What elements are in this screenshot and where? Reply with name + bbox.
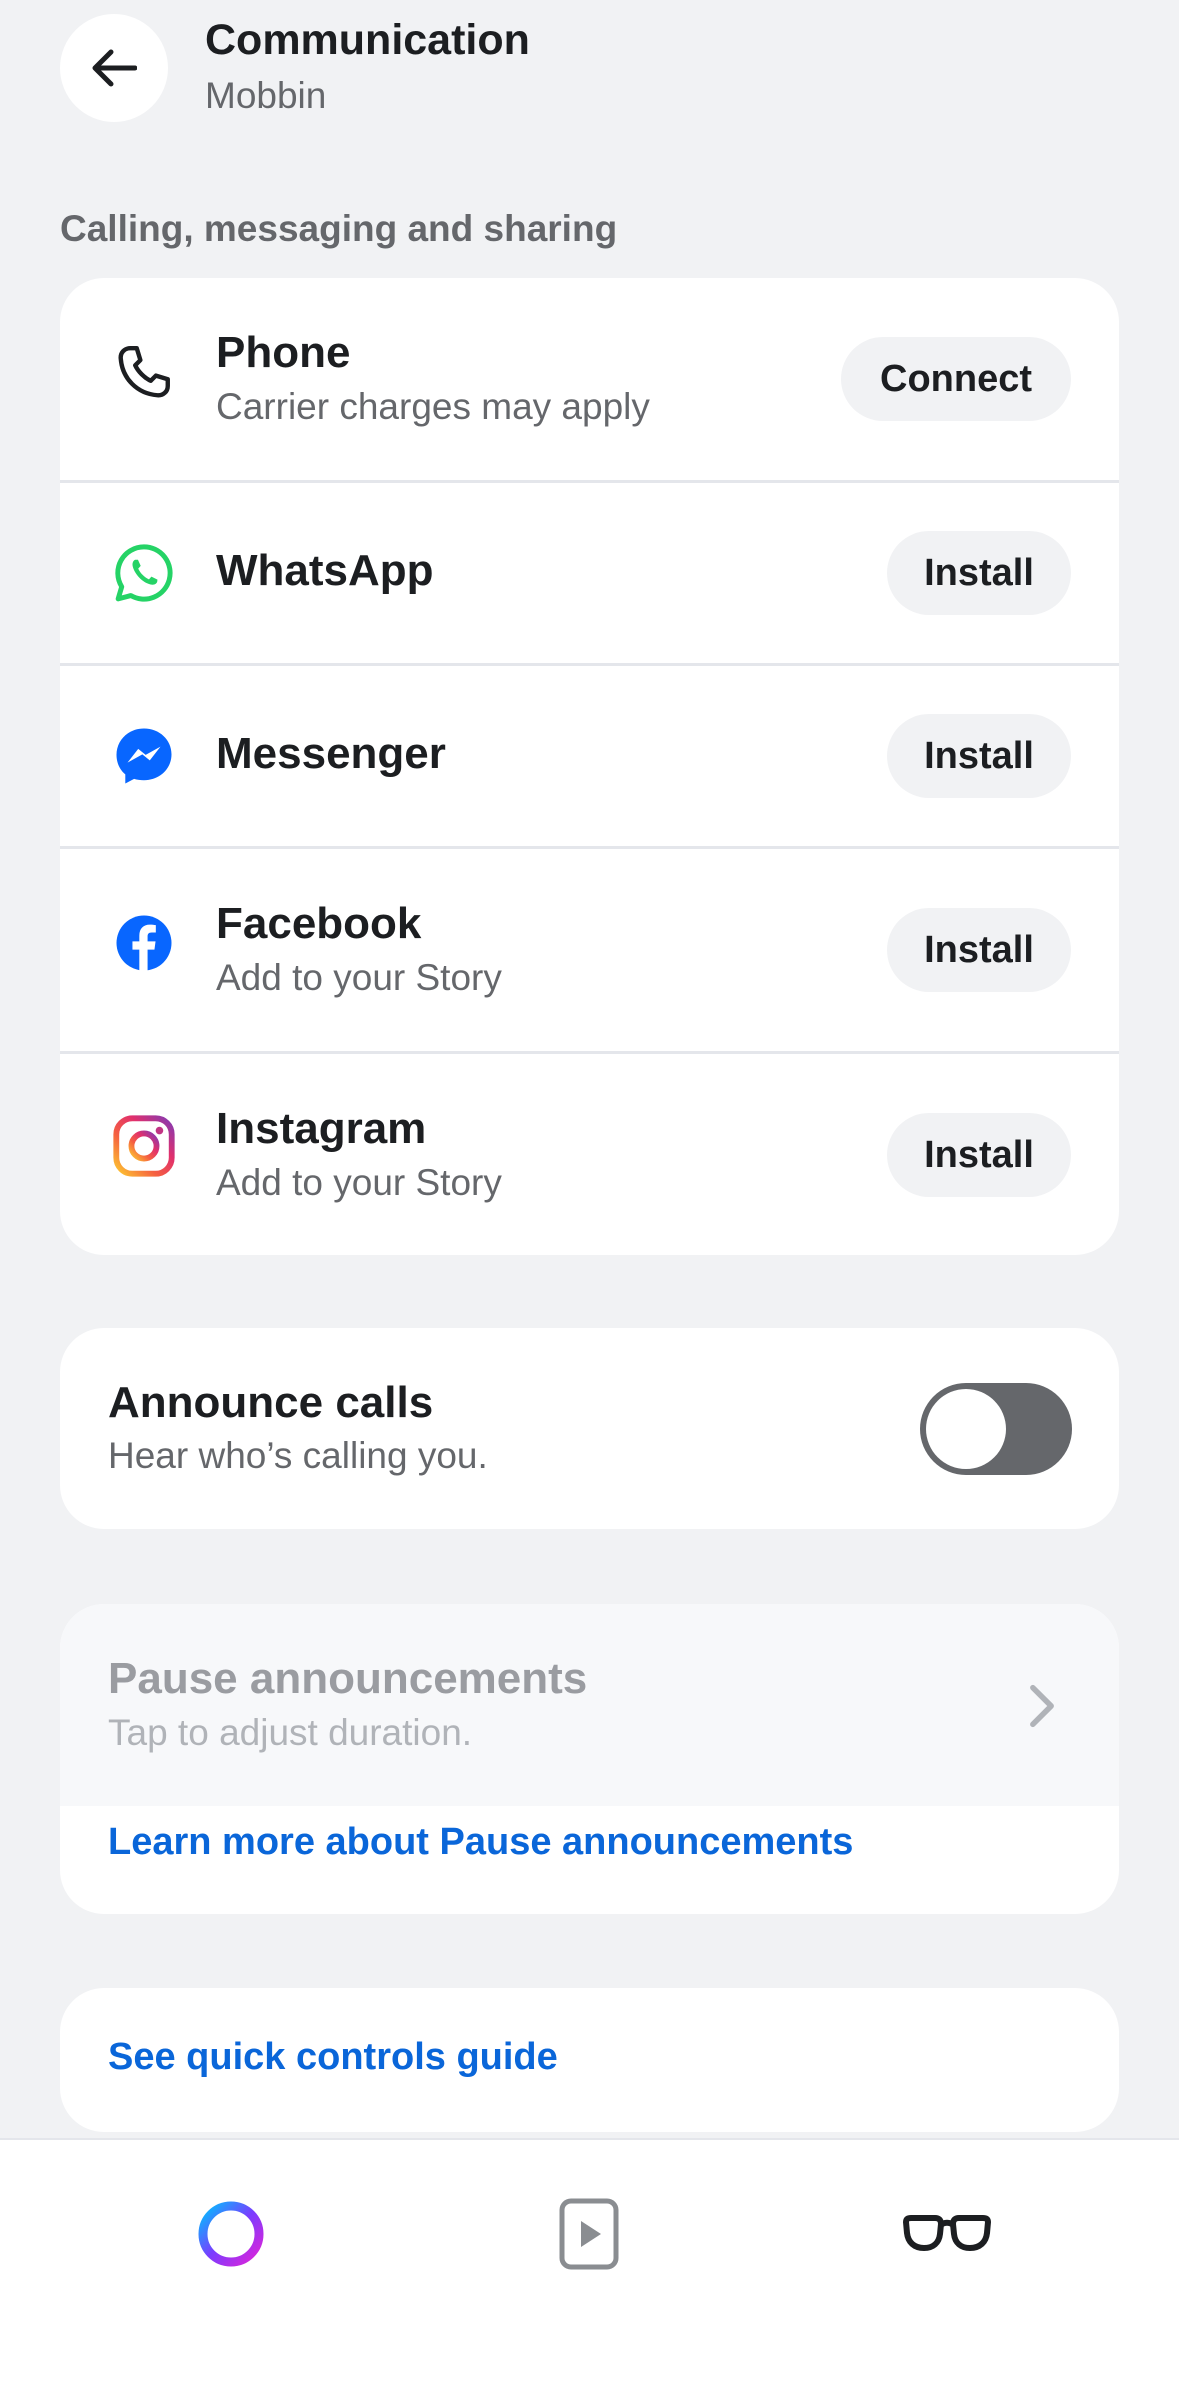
app-subtitle: Add to your Story [216,1162,502,1203]
facebook-icon [108,907,180,979]
app-subtitle: Add to your Story [216,957,502,998]
app-row-messenger[interactable]: Messenger Install [60,666,1119,846]
messenger-icon [108,720,180,792]
app-row-phone[interactable]: Phone Carrier charges may apply Connect [60,278,1119,480]
tab-media[interactable] [529,2184,649,2284]
app-row-instagram[interactable]: Instagram Add to your Story Install [60,1054,1119,1255]
install-whatsapp-button[interactable]: Install [887,531,1071,615]
header: Communication Mobbin [0,0,1179,150]
whatsapp-icon [108,537,180,609]
instagram-icon [108,1110,180,1182]
quick-controls-guide-link[interactable]: See quick controls guide [108,2036,558,2079]
tab-glasses[interactable] [887,2184,1007,2284]
app-subtitle: Carrier charges may apply [216,386,650,427]
bottom-tab-bar [0,2138,1179,2398]
install-messenger-button[interactable]: Install [887,714,1071,798]
pause-announcements-row[interactable]: Pause announcements Tap to adjust durati… [60,1604,1119,1806]
app-name: Messenger [216,729,446,778]
tab-meta-ai[interactable] [171,2184,291,2284]
announce-calls-title: Announce calls [108,1378,434,1427]
install-facebook-button[interactable]: Install [887,908,1071,992]
page-subtitle: Mobbin [205,75,327,116]
install-instagram-button[interactable]: Install [887,1113,1071,1197]
phone-icon [108,336,180,408]
toggle-knob [926,1389,1006,1469]
section-label: Calling, messaging and sharing [60,208,618,249]
app-name: Instagram [216,1104,427,1153]
app-row-whatsapp[interactable]: WhatsApp Install [60,483,1119,663]
app-name: Facebook [216,899,422,948]
announce-calls-card[interactable]: Announce calls Hear who’s calling you. [60,1328,1119,1529]
page-title: Communication [205,16,530,64]
meta-ai-ring-icon [198,2201,264,2267]
connect-button[interactable]: Connect [841,337,1071,421]
pause-announcements-card: Pause announcements Tap to adjust durati… [60,1604,1119,1914]
arrow-left-icon [92,49,137,87]
pause-announcements-subtitle: Tap to adjust duration. [108,1712,473,1753]
app-name: Phone [216,328,351,377]
app-name: WhatsApp [216,546,434,595]
chevron-right-icon [1030,1684,1054,1728]
apps-card: Phone Carrier charges may apply Connect … [60,278,1119,1255]
play-media-icon [559,2198,619,2270]
app-row-facebook[interactable]: Facebook Add to your Story Install [60,849,1119,1051]
announce-calls-subtitle: Hear who’s calling you. [108,1435,488,1476]
back-button[interactable] [60,14,168,122]
pause-announcements-title: Pause announcements [108,1654,588,1703]
learn-more-pause-link[interactable]: Learn more about Pause announcements [108,1821,853,1864]
quick-controls-card[interactable]: See quick controls guide [60,1988,1119,2132]
announce-calls-toggle[interactable] [920,1383,1072,1475]
glasses-icon [903,2215,991,2251]
